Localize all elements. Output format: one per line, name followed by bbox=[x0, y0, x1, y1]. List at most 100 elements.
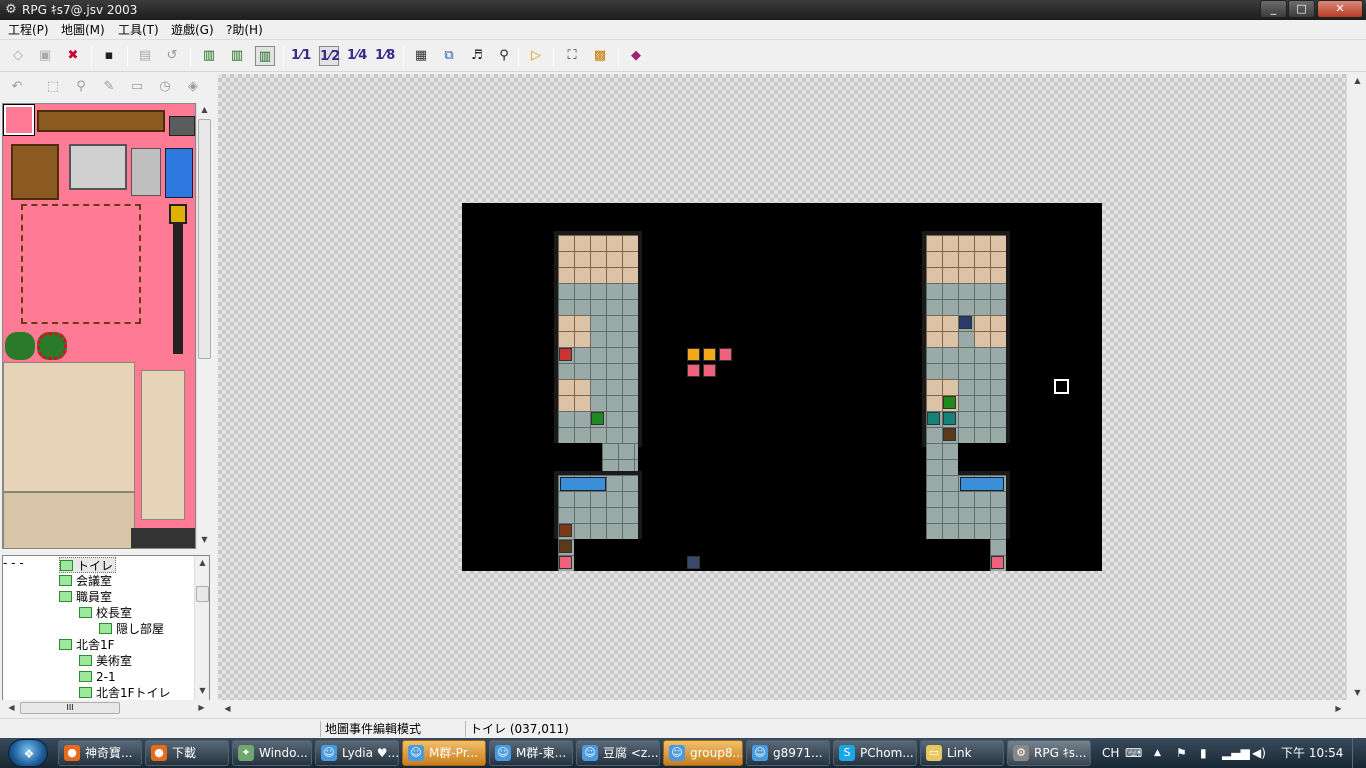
event-marker[interactable] bbox=[559, 556, 572, 569]
save-icon[interactable]: ▪ bbox=[99, 46, 119, 66]
pen-icon[interactable]: ✎ bbox=[100, 78, 118, 96]
minimize-button[interactable]: _ bbox=[1260, 0, 1287, 18]
tree-node-north-1f[interactable]: 北舎1F bbox=[59, 637, 115, 653]
event-marker[interactable] bbox=[943, 412, 956, 425]
tile-palette[interactable] bbox=[2, 103, 196, 549]
task-windows-live[interactable]: ✦ Windo... bbox=[232, 740, 312, 766]
map-cursor[interactable] bbox=[1054, 379, 1069, 394]
vending-machine-tile[interactable] bbox=[69, 144, 127, 190]
event-marker[interactable] bbox=[559, 348, 572, 361]
tree-hscroll-thumb[interactable]: III bbox=[20, 702, 120, 714]
scroll-left-icon[interactable]: ◀ bbox=[220, 702, 235, 716]
lamp-tile[interactable] bbox=[169, 204, 187, 224]
table-tile[interactable] bbox=[11, 144, 59, 200]
scroll-right-icon[interactable]: ▶ bbox=[1331, 702, 1346, 716]
event-marker[interactable] bbox=[559, 540, 572, 553]
menu-project[interactable]: 工程(P) bbox=[8, 23, 49, 37]
fence-tile[interactable] bbox=[21, 204, 141, 324]
scale-1-1-button[interactable]: 1⁄1 bbox=[291, 46, 311, 66]
layer-lower-icon[interactable]: ▥ bbox=[199, 46, 219, 66]
task-skype[interactable]: S PChom... bbox=[833, 740, 917, 766]
database-icon[interactable]: ▦ bbox=[411, 46, 431, 66]
scroll-down-icon[interactable]: ▼ bbox=[1350, 686, 1365, 700]
event-marker[interactable] bbox=[719, 348, 732, 361]
task-messenger-group8[interactable]: ☺ group8... bbox=[663, 740, 743, 766]
language-indicator[interactable]: CH bbox=[1102, 738, 1119, 768]
maximize-button[interactable]: □ bbox=[1288, 0, 1315, 18]
menu-help[interactable]: ?助(H) bbox=[226, 23, 263, 37]
map-canvas[interactable] bbox=[218, 74, 1347, 700]
fill-icon[interactable]: ◈ bbox=[184, 78, 202, 96]
switch-tile[interactable] bbox=[131, 148, 161, 196]
scale-1-2-button[interactable]: 1⁄2 bbox=[319, 46, 340, 66]
dark-tiles[interactable] bbox=[131, 528, 195, 548]
bush-tile[interactable] bbox=[5, 332, 35, 360]
tree-node-hidden-room[interactable]: 隠し部屋 bbox=[99, 621, 164, 637]
event-marker[interactable] bbox=[687, 556, 700, 569]
task-messenger-g8971[interactable]: ☺ g8971... bbox=[746, 740, 830, 766]
scroll-up-icon[interactable]: ▲ bbox=[197, 103, 212, 117]
close-project-icon[interactable]: ✖ bbox=[63, 46, 83, 66]
open-project-icon[interactable]: ▣ bbox=[35, 46, 55, 66]
menu-tools[interactable]: 工具(T) bbox=[118, 23, 159, 37]
event-marker[interactable] bbox=[559, 524, 572, 537]
event-marker[interactable] bbox=[991, 556, 1004, 569]
floor-tiles[interactable] bbox=[3, 492, 135, 548]
network-icon[interactable]: ▂▄▆ bbox=[1222, 738, 1250, 768]
toilet-stall-tiles[interactable] bbox=[3, 362, 135, 492]
zoom-icon[interactable]: ⚲ bbox=[72, 78, 90, 96]
lamp-post-tile[interactable] bbox=[173, 204, 183, 354]
play-test-icon[interactable]: ▷ bbox=[526, 46, 546, 66]
undo-draw-icon[interactable]: ↶ bbox=[8, 78, 26, 96]
task-firefox-1[interactable]: ● 神奇寶... bbox=[58, 740, 142, 766]
clock[interactable]: 下午 10:54 bbox=[1281, 738, 1343, 768]
menu-game[interactable]: 遊戲(G) bbox=[171, 23, 214, 37]
start-button[interactable]: ❖ bbox=[8, 739, 48, 767]
task-folder-link[interactable]: ▭ Link bbox=[920, 740, 1004, 766]
map-vscrollbar[interactable]: ▲ ▼ bbox=[1348, 74, 1366, 700]
event-marker[interactable] bbox=[959, 316, 972, 329]
undo-icon[interactable]: ↺ bbox=[162, 46, 182, 66]
tree-node-art-room[interactable]: 美術室 bbox=[79, 653, 132, 669]
event-marker[interactable] bbox=[687, 364, 700, 377]
scroll-down-icon[interactable]: ▼ bbox=[197, 533, 212, 547]
scroll-left-icon[interactable]: ◀ bbox=[4, 701, 19, 715]
tree-expander[interactable]: - bbox=[3, 556, 7, 570]
layer-upper-icon[interactable]: ▥ bbox=[227, 46, 247, 66]
event-marker[interactable] bbox=[703, 364, 716, 377]
task-messenger-lydia[interactable]: ☺ Lydia ♥... bbox=[315, 740, 399, 766]
task-messenger-tofu[interactable]: ☺ 豆腐 <z... bbox=[576, 740, 660, 766]
help-book-icon[interactable]: ◆ bbox=[626, 46, 646, 66]
close-button[interactable]: ✕ bbox=[1317, 0, 1363, 18]
tree-scroll-thumb[interactable] bbox=[196, 586, 209, 602]
tree-expander[interactable]: - bbox=[19, 556, 23, 570]
scroll-up-icon[interactable]: ▲ bbox=[195, 556, 210, 570]
scroll-down-icon[interactable]: ▼ bbox=[195, 684, 210, 698]
tree-node-staff-room[interactable]: 職員室 bbox=[59, 589, 112, 605]
action-center-flag-icon[interactable]: ⚑ bbox=[1176, 738, 1187, 768]
show-desktop-button[interactable] bbox=[1352, 738, 1366, 768]
select-icon[interactable]: ⬚ bbox=[44, 78, 62, 96]
menu-map[interactable]: 地圖(M) bbox=[61, 23, 105, 37]
fullscreen-icon[interactable]: ⛶ bbox=[562, 46, 582, 66]
tree-node-meeting-room[interactable]: 会議室 bbox=[59, 573, 112, 589]
event-marker[interactable] bbox=[943, 428, 956, 441]
title-screen-icon[interactable]: ▩ bbox=[590, 46, 610, 66]
window-tile[interactable] bbox=[165, 148, 193, 198]
event-marker[interactable] bbox=[927, 412, 940, 425]
scale-1-4-button[interactable]: 1⁄4 bbox=[347, 46, 367, 66]
power-icon[interactable]: ▮ bbox=[1200, 738, 1207, 768]
show-hidden-icons-icon[interactable]: ▲ bbox=[1154, 738, 1161, 768]
map-area[interactable] bbox=[462, 203, 1102, 571]
task-messenger-east[interactable]: ☺ M群-東... bbox=[489, 740, 573, 766]
volume-icon[interactable]: ◀) bbox=[1252, 738, 1266, 768]
task-messenger-mpr[interactable]: ☺ M群-Pr... bbox=[402, 740, 486, 766]
bench-tile[interactable] bbox=[37, 110, 165, 132]
rectangle-icon[interactable]: ▭ bbox=[128, 78, 146, 96]
event-marker[interactable] bbox=[943, 396, 956, 409]
palette-scrollbar[interactable]: ▲ ▼ bbox=[196, 103, 212, 549]
new-project-icon[interactable]: ◇ bbox=[8, 46, 28, 66]
task-rpg-maker[interactable]: ⚙ RPG ｷs... bbox=[1007, 740, 1091, 766]
map-hscrollbar[interactable]: ◀ ▶ bbox=[218, 700, 1348, 718]
tree-hscrollbar[interactable]: ◀ III ▶ bbox=[2, 700, 210, 716]
